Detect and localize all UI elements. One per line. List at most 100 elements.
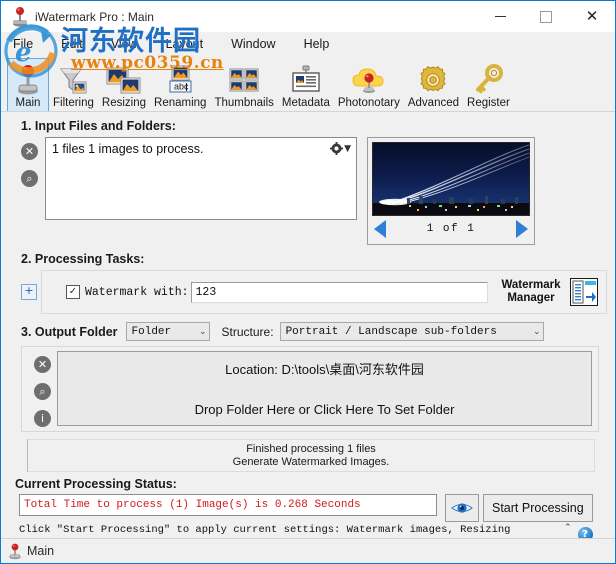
finished-box: Finished processing 1 files Generate Wat…: [27, 439, 595, 472]
wm-mgr-line2: Manager: [507, 292, 555, 304]
clear-circle-icon[interactable]: ✕: [21, 143, 38, 160]
close-icon: ✕: [585, 7, 599, 25]
gear-icon: [330, 142, 344, 155]
minimize-icon: [494, 16, 506, 17]
watermark-task-label: Watermark with:: [85, 285, 189, 299]
toolbar-tab-renaming[interactable]: abc Renaming: [150, 58, 210, 111]
finished-line-2: Generate Watermarked Images.: [232, 455, 390, 468]
tasks-section-heading: 2. Processing Tasks:: [21, 252, 145, 266]
chevron-down-icon: ⌄: [533, 326, 541, 337]
output-side-icons: ✕ ⌕ i: [26, 351, 57, 427]
tasks-box: ✓ Watermark with: 123 Watermark Manager: [41, 270, 607, 314]
input-section-heading: 1. Input Files and Folders:: [21, 119, 176, 133]
output-drop-outer: ✕ ⌕ i Location: D:\tools\桌面\河东软件园 Drop F…: [21, 346, 599, 432]
minimize-button[interactable]: [477, 1, 523, 32]
menu-bar: File Edit View Layout Window Help: [1, 32, 615, 56]
menu-layout[interactable]: Layout: [164, 35, 216, 53]
status-bar: Main: [1, 538, 615, 563]
toolbar-label-advanced: Advanced: [407, 97, 460, 109]
id-card-icon: [290, 64, 322, 96]
output-drop-hint: Drop Folder Here or Click Here To Set Fo…: [194, 402, 455, 417]
close-button[interactable]: ✕: [569, 1, 615, 32]
output-location-text: Location: D:\tools\桌面\河东软件园: [225, 362, 424, 377]
toolbar-tab-main[interactable]: Main: [7, 58, 49, 111]
input-row: ✕ ⌕ 1 files 1 images to process. ▼ 1 of …: [9, 137, 607, 245]
maximize-icon: [540, 10, 552, 23]
total-time-text: Total Time to process (1) Image(s) is 0.…: [19, 494, 437, 516]
toolbar-tab-filtering[interactable]: Filtering: [49, 58, 98, 111]
preview-panel: 1 of 1: [367, 137, 535, 245]
rename-abc-icon: abc: [163, 64, 197, 96]
toolbar-tab-thumbnails[interactable]: Thumbnails: [210, 58, 277, 111]
watermark-manager[interactable]: Watermark Manager: [496, 278, 598, 306]
output-row: 3. Output Folder Folder ⌄ Structure: Por…: [21, 322, 607, 341]
scroll-up-icon[interactable]: ⌃: [564, 524, 572, 533]
toolbar-tab-advanced[interactable]: Advanced: [404, 58, 463, 111]
toolbar-label-filtering: Filtering: [53, 97, 94, 109]
status-heading: Current Processing Status:: [15, 477, 177, 491]
output-section-heading: 3. Output Folder: [21, 324, 118, 339]
chevron-down-icon: ⌄: [198, 326, 207, 337]
input-side-icons: ✕ ⌕: [21, 137, 45, 245]
toolbar-label-renaming: Renaming: [154, 97, 207, 109]
title-bar: iWatermark Pro : Main ✕: [1, 1, 615, 32]
watermark-checkbox[interactable]: ✓: [66, 285, 80, 299]
finished-line-1: Finished processing 1 files: [246, 442, 376, 455]
grid-photos-icon: [227, 64, 261, 96]
menu-view[interactable]: View: [109, 35, 150, 53]
input-file-list[interactable]: 1 files 1 images to process. ▼: [45, 137, 357, 220]
main-content: 1. Input Files and Folders: ✕ ⌕ 1 files …: [1, 119, 615, 563]
structure-label: Structure:: [221, 324, 274, 339]
statusbar-joystick-icon: [7, 543, 23, 560]
menu-edit[interactable]: Edit: [59, 35, 95, 53]
joystick-icon: [14, 64, 42, 96]
wm-mgr-line1: Watermark: [501, 279, 561, 291]
clear-circle-icon[interactable]: ✕: [34, 356, 51, 373]
input-file-summary: 1 files 1 images to process.: [52, 142, 204, 156]
cloud-pin-icon: [350, 64, 388, 96]
app-icon: [9, 6, 31, 28]
start-processing-button[interactable]: Start Processing: [483, 494, 593, 522]
input-list-options[interactable]: ▼: [330, 142, 351, 155]
search-circle-icon[interactable]: ⌕: [21, 170, 38, 187]
statusbar-label: Main: [27, 544, 55, 558]
toolbar-label-main: Main: [15, 97, 41, 109]
status-row: Total Time to process (1) Image(s) is 0.…: [19, 494, 607, 522]
window-title: iWatermark Pro : Main: [35, 9, 154, 24]
structure-select[interactable]: Portrait / Landscape sub-folders ⌄: [279, 322, 544, 341]
toolbar-tab-register[interactable]: Register: [463, 58, 514, 111]
window-controls: ✕: [477, 1, 615, 32]
next-triangle-icon[interactable]: [515, 220, 528, 238]
output-folder-value: Folder: [131, 325, 172, 338]
info-circle-icon[interactable]: i: [34, 410, 51, 427]
watermark-manager-icon[interactable]: [570, 278, 598, 306]
watermark-manager-label: Watermark Manager: [496, 279, 566, 305]
toolbar-label-metadata: Metadata: [281, 97, 330, 109]
toolbar-tab-metadata[interactable]: Metadata: [278, 58, 334, 111]
preview-nav: 1 of 1: [372, 216, 530, 240]
prev-triangle-icon[interactable]: [374, 220, 386, 238]
resize-photos-icon: [106, 64, 142, 96]
main-toolbar: Main Filtering Resizing abc Renaming Thu…: [1, 56, 615, 112]
search-circle-icon[interactable]: ⌕: [34, 383, 51, 400]
toolbar-label-resizing: Resizing: [101, 97, 147, 109]
toolbar-tab-resizing[interactable]: Resizing: [98, 58, 150, 111]
toolbar-tab-photonotary[interactable]: Photonotary: [334, 58, 404, 111]
caret-down-icon: ▼: [344, 143, 351, 154]
output-drop-area[interactable]: Location: D:\tools\桌面\河东软件园 Drop Folder …: [57, 351, 592, 426]
output-folder-select[interactable]: Folder ⌄: [125, 322, 210, 341]
maximize-button[interactable]: [523, 1, 569, 32]
preview-image[interactable]: [372, 142, 530, 216]
app-window: iWatermark Pro : Main ✕ File Edit View L…: [0, 0, 616, 564]
menu-file[interactable]: File: [11, 35, 45, 53]
menu-help[interactable]: Help: [302, 35, 342, 53]
eye-icon: [451, 503, 473, 513]
structure-value: Portrait / Landscape sub-folders: [285, 325, 497, 338]
preview-counter: 1 of 1: [426, 223, 476, 235]
preview-toggle-button[interactable]: [445, 494, 479, 522]
watermark-input[interactable]: 123: [190, 281, 488, 303]
add-task-button[interactable]: +: [21, 284, 37, 300]
menu-window[interactable]: Window: [229, 35, 287, 53]
tasks-row: + ✓ Watermark with: 123 Watermark Manage…: [21, 270, 607, 314]
key-icon: [472, 64, 504, 96]
